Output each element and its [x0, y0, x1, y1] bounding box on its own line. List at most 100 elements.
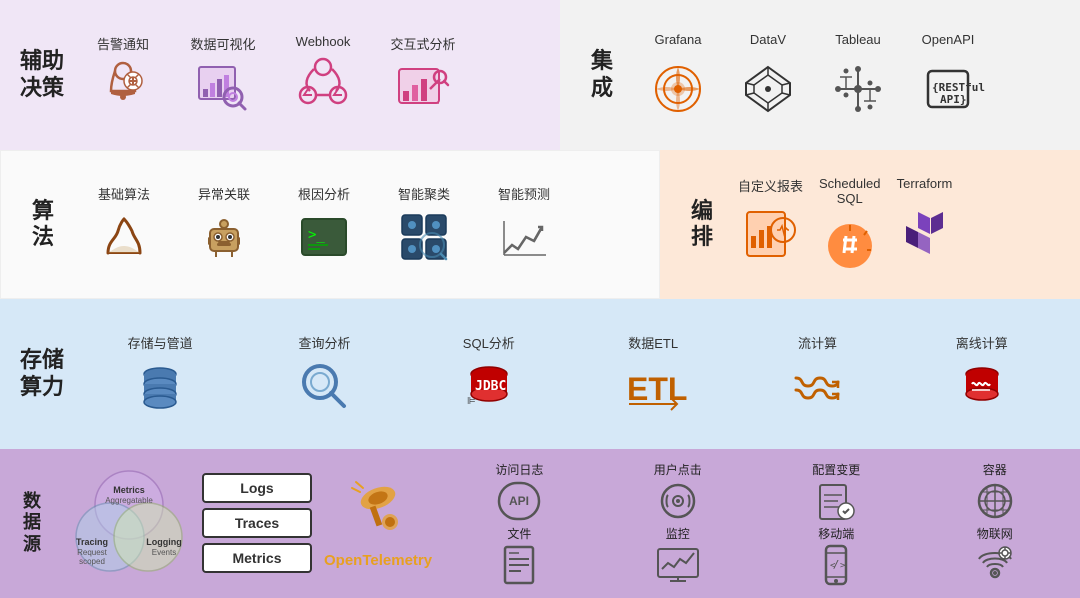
svg-text:API: API — [509, 494, 529, 508]
icon-offline-compute — [954, 358, 1010, 414]
item-智能预测: 智能预测 — [479, 184, 569, 265]
section-title-存储算力: 存储算力 — [16, 347, 68, 400]
ds-item-访问日志: 访问日志 API — [444, 461, 594, 521]
item-grafana: Grafana — [638, 32, 718, 117]
icon-openapi: {RESTful API} — [920, 61, 976, 117]
icon-monitor — [655, 545, 701, 585]
ds-label-容器: 容器 — [983, 461, 1007, 478]
label-根因分析: 根因分析 — [298, 184, 350, 203]
svg-text:scoped: scoped — [79, 557, 105, 566]
row2: 算法 基础算法 异常关联 — [0, 150, 1080, 300]
ds-label-移动端: 移动端 — [818, 525, 854, 542]
row3: 存储算力 存储与管道 — [0, 299, 1080, 449]
label-离线计算: 离线计算 — [956, 333, 1008, 352]
section-title-row1-left: 辅助决策 — [16, 48, 68, 101]
icon-container — [972, 481, 1018, 521]
item-交互式分析: 交互式分析 — [378, 34, 468, 115]
label-自定义报表: 自定义报表 — [738, 176, 803, 195]
icon-api: API — [496, 481, 542, 521]
venn-diagram: Metrics Aggregatable Tracing Request sco… — [64, 469, 194, 577]
item-存储与管道: 存储与管道 — [115, 333, 205, 414]
icon-webhook — [295, 55, 351, 111]
icon-stream-compute — [789, 358, 845, 414]
label-存储与管道: 存储与管道 — [128, 333, 193, 352]
metrics-box: Metrics — [202, 543, 312, 573]
svg-text:>: > — [840, 561, 846, 571]
icon-etl: ETL — [625, 358, 681, 414]
label-scheduled-sql: Scheduled SQL — [819, 176, 880, 206]
icon-mobile: / < > — [813, 545, 859, 585]
label-数据ETL: 数据ETL — [628, 333, 678, 352]
ds-label-用户点击: 用户点击 — [654, 461, 702, 478]
icon-prediction — [496, 209, 552, 265]
svg-text:Events: Events — [152, 548, 176, 557]
item-自定义报表: 自定义报表 — [738, 176, 803, 262]
datasource-items: 访问日志 API 用户点击 — [444, 461, 1070, 585]
row2-left: 算法 基础算法 异常关联 — [0, 150, 660, 300]
item-SQL分析: SQL分析 JDBC ⊫ — [444, 333, 534, 414]
svg-text:Tracing: Tracing — [76, 537, 108, 547]
icon-grafana — [650, 61, 706, 117]
svg-text:ETL: ETL — [627, 371, 687, 407]
ltm-boxes: Logs Traces Metrics — [202, 473, 312, 573]
item-智能聚类: 智能聚类 — [379, 184, 469, 265]
section-title-算法: 算法 — [17, 198, 69, 251]
opentelemetry-block: OpenTelemetry — [324, 478, 432, 569]
label-流计算: 流计算 — [798, 333, 837, 352]
label-terraform: Terraform — [897, 176, 953, 191]
integration-items: Grafana — [638, 32, 1064, 117]
svg-text:<: < — [830, 561, 836, 571]
label-grafana: Grafana — [655, 32, 702, 47]
logs-box: Logs — [202, 473, 312, 503]
svg-text:Request: Request — [77, 548, 108, 557]
ds-label-监控: 监控 — [666, 525, 690, 542]
row1-right: 集成 Grafana — [560, 0, 1080, 150]
item-根因分析: 根因分析 >_ — [279, 184, 369, 265]
icon-jdbc: JDBC ⊫ — [461, 358, 517, 414]
ds-item-配置变更: 配置变更 — [761, 461, 911, 521]
icon-iot — [972, 545, 1018, 585]
label-智能聚类: 智能聚类 — [398, 184, 450, 203]
label-交互式分析: 交互式分析 — [390, 34, 455, 53]
icon-robot — [196, 209, 252, 265]
orchestration-items: 自定义报表 Scheduled SQL — [738, 176, 1064, 273]
svg-text:Metrics: Metrics — [113, 485, 145, 495]
row1-left: 辅助决策 告警通知 — [0, 0, 560, 150]
icon-scheduled-sql — [822, 217, 878, 273]
icon-click — [655, 481, 701, 521]
item-scheduled-sql: Scheduled SQL — [819, 176, 880, 273]
svg-text:Aggregatable: Aggregatable — [105, 496, 153, 505]
section-title-集成: 集成 — [576, 48, 628, 101]
item-异常关联: 异常关联 — [179, 184, 269, 265]
item-离线计算: 离线计算 — [937, 333, 1027, 414]
label-智能预测: 智能预测 — [498, 184, 550, 203]
label-告警通知: 告警通知 — [97, 34, 149, 53]
ds-label-物联网: 物联网 — [977, 525, 1013, 542]
svg-text:API}: API} — [940, 93, 967, 106]
icon-interactive-chart — [395, 59, 451, 115]
storage-items: 存储与管道 查询分析 — [78, 333, 1064, 414]
item-datav: DataV — [728, 32, 808, 117]
item-webhook: Webhook — [278, 34, 368, 111]
icon-storage — [132, 358, 188, 414]
item-tableau: Tableau — [818, 32, 898, 117]
icon-bell-gear — [95, 59, 151, 115]
ds-item-用户点击: 用户点击 — [603, 461, 753, 521]
icon-base-algo — [96, 209, 152, 265]
item-基础算法: 基础算法 — [79, 184, 169, 265]
icon-datav — [740, 61, 796, 117]
icon-terraform — [896, 202, 952, 258]
row1-left-items: 告警通知 — [78, 34, 544, 115]
row2-right: 编排 自定义报表 — [660, 150, 1080, 300]
label-SQL分析: SQL分析 — [463, 333, 515, 352]
label-查询分析: 查询分析 — [298, 333, 350, 352]
section-title-数据源: 数据源 — [10, 491, 54, 556]
item-流计算: 流计算 — [772, 333, 862, 414]
ds-label-配置变更: 配置变更 — [812, 461, 860, 478]
icon-chart-search — [195, 59, 251, 115]
ds-label-访问日志: 访问日志 — [495, 461, 543, 478]
icon-custom-report — [743, 206, 799, 262]
label-tableau: Tableau — [835, 32, 881, 47]
item-terraform: Terraform — [896, 176, 952, 258]
label-datav: DataV — [750, 32, 786, 47]
